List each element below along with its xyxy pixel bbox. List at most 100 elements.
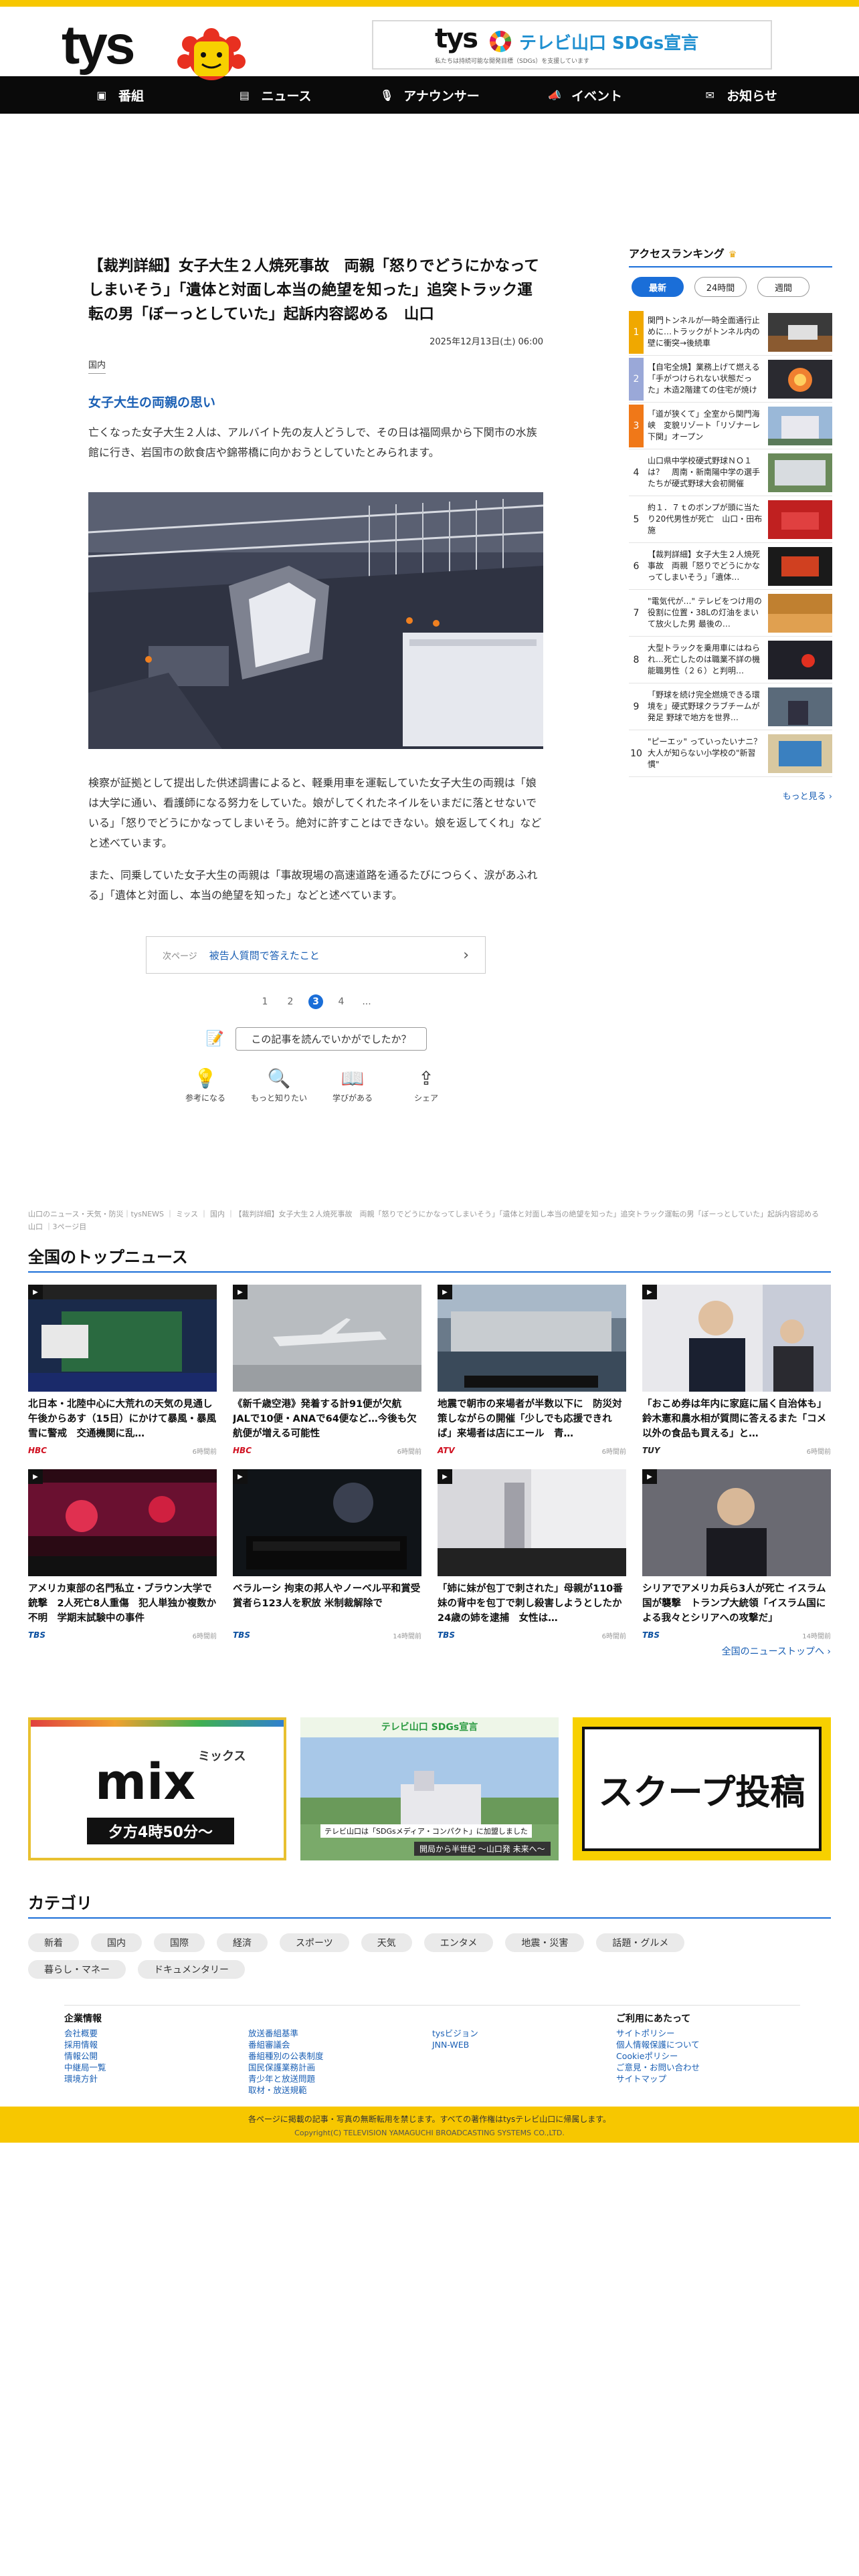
page-link[interactable]: 1 <box>252 994 278 1010</box>
footer-link[interactable]: JNN-WEB <box>432 2039 616 2050</box>
nav-item-notice[interactable]: ✉ お知らせ <box>662 76 818 114</box>
ranking-item[interactable]: 5 約１．７ｔのボンプが頭に当たり20代男性が死亡 山口・田布施 <box>629 496 832 543</box>
footer-link[interactable]: サイトポリシー <box>616 2028 800 2039</box>
footer-link[interactable]: ご意見・お問い合わせ <box>616 2062 800 2073</box>
ranking-item[interactable]: 4 山口県中学校硬式野球ＮＯ１は？ 周南・新南陽中学の選手たちが硬式野球大会初開催 <box>629 449 832 496</box>
news-card[interactable]: ▶ シリアでアメリカ兵ら3人が死亡 イスラム国が襲撃 トランプ大統領「イスラム国… <box>642 1469 831 1640</box>
breadcrumb[interactable]: 山口のニュース・天気・防災｜tysNEWS ｜ ミッス ｜ 国内 ｜【裁判詳細】… <box>28 1208 831 1233</box>
page-link-current[interactable]: 3 <box>303 994 328 1010</box>
category-chip[interactable]: 新着 <box>28 1933 79 1952</box>
mix-banner[interactable]: mix ミックス 夕方4時50分～ <box>28 1717 286 1860</box>
sdgs-tys-logo: tys <box>435 23 478 54</box>
reaction-learn-more-button[interactable]: 🔍 もっと知りたい <box>251 1065 307 1103</box>
news-time: 6時間前 <box>192 1448 217 1456</box>
news-card[interactable]: ▶ 「姉に妹が包丁で刺された」母親が110番 妹の背中を包丁で刺し殺害しようとし… <box>438 1469 626 1640</box>
footer-copyright: Copyright(C) TELEVISION YAMAGUCHI BROADC… <box>294 2129 565 2137</box>
news-source: HBC <box>233 1446 252 1455</box>
tab-latest[interactable]: 最新 <box>632 277 684 297</box>
footer-link[interactable]: 採用情報 <box>64 2039 248 2050</box>
footer-link[interactable]: 番組種別の公表制度 <box>248 2050 432 2062</box>
category-chip[interactable]: 国内 <box>91 1933 142 1952</box>
topnews-more-link[interactable]: 全国のニューストップへ › <box>28 1644 831 1658</box>
news-card[interactable]: ▶ アメリカ東部の名門私立・ブラウン大学で銃撃 2人死亡8人重傷 犯人単独か複数… <box>28 1469 217 1640</box>
sdgs-promo-banner[interactable]: テレビ山口 SDGs宣言 テレビ山口は「SDGsメディア・コンパクト」に加盟しま… <box>300 1717 559 1860</box>
footer-link[interactable]: 会社概要 <box>64 2028 248 2039</box>
category-chip[interactable]: スポーツ <box>280 1933 349 1952</box>
footer-link[interactable]: tysビジョン <box>432 2028 616 2039</box>
footer-link[interactable]: 番組審議会 <box>248 2039 432 2050</box>
ranking-item[interactable]: 1 関門トンネルが一時全面通行止めに…トラックがトンネル内の壁に衝突→後続車 <box>629 309 832 356</box>
ranking-sidebar: アクセスランキング ♛ 最新 24時間 週間 1 関門トンネルが一時全面通行止めに…… <box>629 245 832 802</box>
tab-24h[interactable]: 24時間 <box>694 277 747 297</box>
scoop-banner[interactable]: スクープ投稿 <box>573 1717 831 1860</box>
lightbulb-icon: 💡 <box>193 1067 217 1089</box>
news-card[interactable]: ▶ 「おこめ券は年内に家庭に届く自治体も」鈴木憲和農水相が質問に答えるまた「コメ… <box>642 1285 831 1456</box>
category-chip[interactable]: 天気 <box>361 1933 412 1952</box>
footer-link[interactable]: サイトマップ <box>616 2073 800 2084</box>
category-chip[interactable]: 地震・災害 <box>505 1933 585 1952</box>
page-link[interactable]: 4 <box>328 994 354 1010</box>
next-page-button[interactable]: 次ページ 被告人質問で答えたこと › <box>146 936 486 974</box>
footer-link[interactable]: 環境方針 <box>64 2073 248 2084</box>
share-icon: ⇪ <box>418 1067 434 1089</box>
footer-link[interactable]: 取材・放送規範 <box>248 2084 432 2096</box>
ranking-more-link[interactable]: もっと見る › <box>629 789 832 802</box>
news-time: 14時間前 <box>393 1632 421 1640</box>
nav-item-events[interactable]: 📣 イベント <box>507 76 662 114</box>
sdgs-banner[interactable]: tys テレビ山口 SDGs宣言 私たちは持続可能な開発目標（SDGs）を支援し… <box>372 20 772 70</box>
news-icon: ▤ <box>239 88 250 102</box>
category-chip[interactable]: 国際 <box>154 1933 205 1952</box>
nav-item-programs[interactable]: ▣ 番組 <box>41 76 197 114</box>
reaction-helpful-button[interactable]: 💡 参考になる <box>177 1065 233 1103</box>
nav-item-news[interactable]: ▤ ニュース <box>197 76 352 114</box>
tys-logo[interactable]: tys <box>62 18 136 75</box>
nav-item-announcer[interactable]: 🎙 アナウンサー <box>352 76 507 114</box>
footer-link[interactable]: 個人情報保護について <box>616 2039 800 2050</box>
category-section: カテゴリ 新着 国内 国際 経済 スポーツ 天気 エンタメ 地震・災害 話題・グ… <box>28 1890 831 1979</box>
news-time: 6時間前 <box>601 1632 626 1640</box>
article-date: 2025年12月13日(土) 06:00 <box>430 337 543 347</box>
rank-number: 3 <box>629 404 644 447</box>
ranking-item[interactable]: 7 "電気代が…" テレビをつけ用の役割に位置・38Lの灯油をまいて放火した男 最… <box>629 590 832 637</box>
category-chip[interactable]: 話題・グルメ <box>596 1933 685 1952</box>
footer-link[interactable]: Cookieポリシー <box>616 2050 800 2062</box>
news-card[interactable]: ▶ 地震で朝市の来場者が半数以下に 防災対策しながらの開催「少しでも応援できれば… <box>438 1285 626 1456</box>
ranking-item[interactable]: 2 【自宅全焼】業務上げて燃える「手がつけられない状態だった」木造2階建ての住宅が… <box>629 356 832 403</box>
feedback-question: この記事を読んでいかがでしたか？ <box>235 1027 427 1051</box>
footer-link[interactable]: 放送番組基準 <box>248 2028 432 2039</box>
ranking-item[interactable]: 8 大型トラックを乗用車にはねられ…死亡したのは職業不詳の機能職男性（２６）と判明… <box>629 637 832 683</box>
page-link[interactable]: 2 <box>278 994 303 1010</box>
news-source: TUY <box>642 1446 660 1455</box>
mascot-lion-icon[interactable] <box>170 24 253 82</box>
ranking-thumbnail <box>768 500 832 539</box>
nav-label: お知らせ <box>727 88 777 104</box>
footer-link[interactable]: 中継局一覧 <box>64 2062 248 2073</box>
category-chip[interactable]: エンタメ <box>423 1933 494 1952</box>
ranking-item[interactable]: 10 "ピーエッ" っていったいナニ？大人が知らない小学校の"新習慣" <box>629 730 832 777</box>
news-title: 「おこめ券は年内に家庭に届く自治体も」鈴木憲和農水相が質問に答えるまた「コメ以外… <box>642 1399 827 1439</box>
news-card[interactable]: ▶ 《新千歳空港》発着する計91便が欠航 JALで10便・ANAで64便など…今… <box>233 1285 421 1456</box>
reaction-educational-button[interactable]: 📖 学びがある <box>324 1065 381 1103</box>
tab-weekly[interactable]: 週間 <box>757 277 809 297</box>
video-play-icon: ▶ <box>28 1469 43 1484</box>
main-nav: ▣ 番組 ▤ ニュース 🎙 アナウンサー 📣 イベント ✉ お知らせ <box>0 76 859 114</box>
crown-icon: ♛ <box>728 249 737 260</box>
share-button[interactable]: ⇪ シェア <box>398 1065 454 1103</box>
rank-number: 9 <box>633 701 640 712</box>
video-play-icon: ▶ <box>28 1285 43 1299</box>
footer-link[interactable]: 国民保護業務計画 <box>248 2062 432 2073</box>
article-category[interactable]: 国内 <box>88 358 106 374</box>
category-chip[interactable]: 経済 <box>217 1933 268 1952</box>
ranking-item[interactable]: 6 【裁判詳細】女子大生２人焼死事故 両親「怒りでどうにかなってしまいそう」「遺体… <box>629 543 832 590</box>
footer-link[interactable]: 情報公開 <box>64 2050 248 2062</box>
news-card[interactable]: ▶ 北日本・北陸中心に大荒れの天気の見通し 午後からあす（15日）にかけて暴風・… <box>28 1285 217 1456</box>
rank-title: 約１．７ｔのボンプが頭に当たり20代男性が死亡 山口・田布施 <box>648 502 763 535</box>
news-card[interactable]: ▶ ベラルーシ 拘束の邦人やノーベル平和賞受賞者ら123人を釈放 米制裁解除で … <box>233 1469 421 1640</box>
category-chip[interactable]: 暮らし・マネー <box>28 1960 126 1979</box>
ranking-item[interactable]: 3 「道が狭くて」全室から関門海峡 変貌リゾート「リゾナーレ下関」オープン <box>629 403 832 449</box>
ranking-title: アクセスランキング <box>629 247 725 260</box>
ranking-item[interactable]: 9 「野球を続け完全燃焼できる環境を」硬式野球クラブチームが発足 野球で地方を世界… <box>629 683 832 730</box>
category-chip[interactable]: ドキュメンタリー <box>138 1960 245 1979</box>
rainbow-stripe <box>31 1720 284 1727</box>
footer-link[interactable]: 青少年と放送問題 <box>248 2073 432 2084</box>
